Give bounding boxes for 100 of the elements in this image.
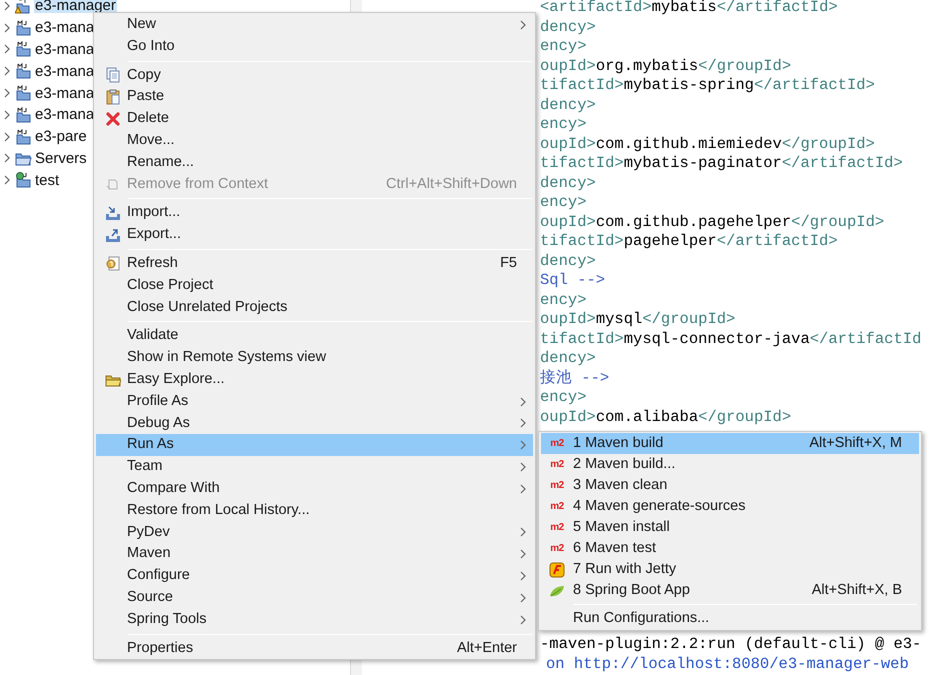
chevron-icon xyxy=(519,614,527,625)
refresh-icon xyxy=(104,256,120,272)
menu-item[interactable]: New xyxy=(96,14,533,36)
tree-item[interactable]: e3-mana xyxy=(34,64,96,79)
code-line: dency> xyxy=(540,96,597,115)
code-line: oupId>mysql</groupId> xyxy=(540,310,736,330)
code-line: <artifactId>mybatis</artifactId> xyxy=(540,0,839,18)
expand-chevron-icon xyxy=(3,132,11,142)
project-folder-icon xyxy=(15,0,32,14)
code-line: tifactId>mybatis-spring</artifactId> xyxy=(540,76,876,96)
chevron-icon xyxy=(519,418,527,428)
menu-item[interactable]: m2 6 Maven test xyxy=(541,538,919,559)
code-line: oupId>com.alibaba</groupId> xyxy=(540,408,792,427)
menu-item[interactable]: PyDev xyxy=(96,522,533,544)
project-folder-icon xyxy=(15,128,32,145)
expand-chevron-icon xyxy=(3,66,11,76)
menu-item[interactable]: 8 Spring Boot App Alt+Shift+X, B xyxy=(541,580,919,601)
menu-item[interactable]: Source xyxy=(96,586,533,609)
menu-item[interactable]: Configure xyxy=(96,565,533,587)
menu-item[interactable]: Compare With xyxy=(96,478,533,500)
tree-item[interactable]: test xyxy=(34,172,60,188)
code-line: ency> xyxy=(540,193,588,212)
code-line: tifactId>pagehelper</artifactId> xyxy=(540,232,839,252)
menu-item[interactable]: Properties Alt+Enter xyxy=(96,638,533,660)
project-folder-icon xyxy=(15,85,32,102)
tree-item[interactable]: e3-mana xyxy=(34,42,96,57)
code-line: oupId>org.mybatis</groupId> xyxy=(540,56,792,76)
menu-item[interactable]: Refresh F5 xyxy=(96,252,533,275)
tree-item[interactable]: Servers xyxy=(34,150,88,166)
menu-item[interactable]: Restore from Local History... xyxy=(96,500,533,522)
code-line: oupId>com.github.pagehelper</groupId> xyxy=(540,212,886,232)
project-folder-icon xyxy=(15,41,32,58)
tree-item[interactable]: e3-manager xyxy=(34,0,117,14)
chevron-icon xyxy=(519,462,527,472)
code-line: tifactId>mybatis-paginator</artifactId> xyxy=(540,154,904,174)
menu-item[interactable]: m2 5 Maven install xyxy=(541,517,919,538)
expand-chevron-icon xyxy=(3,22,11,33)
project-folder-icon xyxy=(15,20,32,36)
code-line: oupId>com.github.miemiedev</groupId> xyxy=(540,134,876,154)
chevron-icon xyxy=(519,571,527,582)
code-line: dency> xyxy=(540,349,597,368)
menu-item[interactable]: Show in Remote Systems view xyxy=(96,347,533,369)
tree-item[interactable]: e3-pare xyxy=(34,129,88,144)
maven-icon: m2 xyxy=(550,544,564,554)
maven-icon: m2 xyxy=(550,460,564,470)
menu-item[interactable]: Close Project xyxy=(96,274,533,297)
menu-item[interactable]: 7 Run with Jetty xyxy=(541,559,919,580)
menu-item[interactable]: Spring Tools xyxy=(96,608,533,631)
menu-item[interactable]: Copy xyxy=(96,64,533,86)
chevron-icon xyxy=(519,527,527,538)
menu-item[interactable]: Easy Explore... xyxy=(96,368,533,391)
project-folder-icon xyxy=(15,172,32,188)
menu-item[interactable]: Import... xyxy=(96,202,533,224)
copy-icon xyxy=(104,67,120,84)
expand-chevron-icon xyxy=(3,110,11,120)
code-line: ency> xyxy=(540,37,588,56)
code-line: 接池 --> xyxy=(540,368,610,388)
menu-item[interactable]: Validate xyxy=(96,325,533,348)
code-line: dency> xyxy=(540,18,597,37)
tree-item[interactable]: e3-mana xyxy=(34,107,96,122)
menu-item[interactable]: Paste xyxy=(96,86,533,108)
menu-item[interactable]: Close Unrelated Projects xyxy=(96,296,533,318)
console-link[interactable]: on http://localhost:8080/e3-manager-web xyxy=(540,654,929,674)
expand-chevron-icon xyxy=(3,175,11,186)
code-line: Sql --> xyxy=(540,271,606,290)
tree-item[interactable]: e3-mana xyxy=(34,20,96,36)
menu-item[interactable]: m2 1 Maven build Alt+Shift+X, M xyxy=(541,433,919,454)
menu-item[interactable]: Debug As xyxy=(96,412,533,434)
chevron-icon xyxy=(519,396,527,407)
menu-item[interactable]: Run As xyxy=(96,434,533,456)
code-line: dency> xyxy=(540,252,597,271)
code-line: dency> xyxy=(540,174,597,193)
menu-item[interactable]: Rename... xyxy=(96,152,533,174)
maven-icon: m2 xyxy=(550,480,564,490)
jetty-icon xyxy=(549,562,565,578)
code-line: ency> xyxy=(540,115,588,134)
menu-item[interactable]: m2 2 Maven build... xyxy=(541,454,919,475)
expand-chevron-icon xyxy=(3,153,11,164)
chevron-icon xyxy=(519,20,527,30)
import-icon xyxy=(104,205,120,222)
chevron-icon xyxy=(519,484,527,494)
expand-chevron-icon xyxy=(3,44,11,54)
menu-item[interactable]: Export... xyxy=(96,224,533,246)
menu-item[interactable]: m2 4 Maven generate-sources xyxy=(541,496,919,517)
chevron-icon xyxy=(519,549,527,560)
code-line: ency> xyxy=(540,290,588,310)
project-folder-icon xyxy=(15,106,32,123)
chevron-icon xyxy=(519,440,527,450)
delete-icon xyxy=(104,111,120,128)
expand-chevron-icon xyxy=(3,0,11,11)
menu-item[interactable]: Move... xyxy=(96,130,533,152)
tree-item[interactable]: e3-mana xyxy=(34,86,96,101)
menu-item[interactable]: Maven xyxy=(96,543,533,566)
menu-item[interactable]: Run Configurations... xyxy=(541,608,919,629)
menu-item[interactable]: Go Into xyxy=(96,36,533,58)
maven-icon: m2 xyxy=(550,522,564,532)
menu-item[interactable]: Profile As xyxy=(96,390,533,413)
menu-item[interactable]: Delete xyxy=(96,108,533,130)
menu-item[interactable]: m2 3 Maven clean xyxy=(541,475,919,496)
menu-item[interactable]: Team xyxy=(96,456,533,478)
